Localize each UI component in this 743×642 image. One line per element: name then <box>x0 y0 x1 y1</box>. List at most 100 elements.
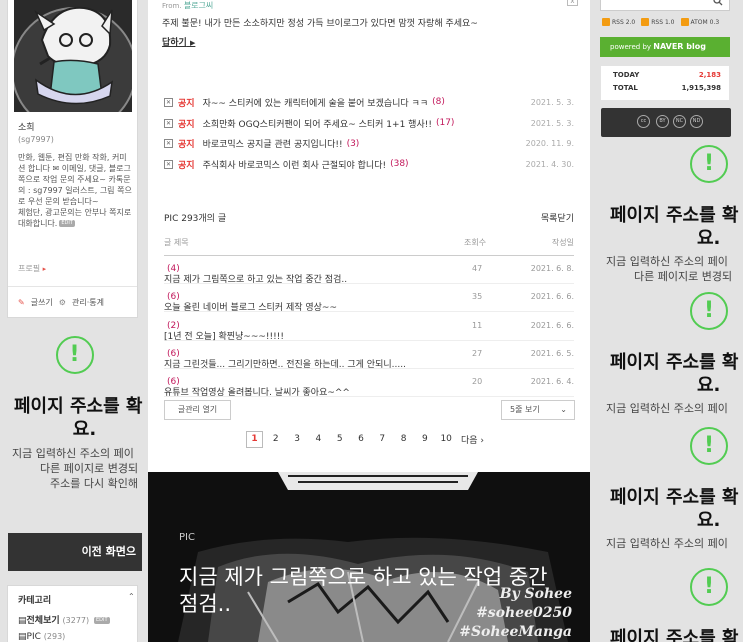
pencil-icon: ✎ <box>18 298 25 307</box>
post-title-cell[interactable]: 유튜브 작업영상 올려봅니다. 날씨가 좋아요~^^ (6) <box>164 377 350 398</box>
page-1[interactable]: 1 <box>246 431 263 448</box>
warning-desc-2: 다른 페이지로 변경되 <box>634 270 733 283</box>
notice-tag: 공지 <box>178 140 195 151</box>
profile-avatar[interactable] <box>14 0 132 112</box>
post-date: 2021. 6. 5. <box>530 348 574 358</box>
category-item-pic[interactable]: ▤PIC (293) <box>18 632 65 642</box>
post-title-cell[interactable]: 지금 그린것들... 그리기만하면.. 전진을 하는데.. 그게 안되니....… <box>164 349 406 370</box>
comment-count: (38) <box>390 159 409 170</box>
visitor-stats: TODAY 2,183 TOTAL 1,915,398 <box>601 66 729 100</box>
rss-link[interactable]: RSS 2.0 <box>602 18 635 26</box>
naver-blog-badge[interactable]: powered by NAVER blog <box>600 37 730 57</box>
notice-row[interactable]: ✕ 공지 자~~ 스티커에 있는 캐릭터에게 술을 붙어 보겠습니다 ㅋㅋ (8) 20… <box>164 92 574 113</box>
page-4[interactable]: 4 <box>310 431 327 448</box>
rss-link[interactable]: RSS 1.0 <box>641 18 675 26</box>
category-item-all[interactable]: ▤전체보기 (3277) EDIT <box>18 613 110 626</box>
table-row[interactable]: [1년 전 오늘] 확찐냥~~~!!!!! (2) 11 2021. 6. 6. <box>164 313 574 342</box>
pagination: 1 2 3 4 5 6 7 8 9 10 다음 › <box>246 431 484 448</box>
post-title-cell[interactable]: [1년 전 오늘] 확찐냥~~~!!!!! (2) <box>164 321 284 342</box>
reply-label: 답하기 <box>162 38 187 48</box>
gear-icon: ⚙ <box>58 298 66 307</box>
manage-stats-button[interactable]: ⚙ 관리·통계 <box>59 298 104 307</box>
chevron-right-icon: › <box>480 436 485 446</box>
notice-title[interactable]: 주식회사 바로코믹스 이런 회사 근절되야 합니다! <box>203 158 387 171</box>
edit-badge[interactable]: EDIT <box>59 220 75 227</box>
from-label: From. <box>162 2 182 10</box>
post-views: 35 <box>472 292 483 302</box>
warning-title-line2: 요. <box>697 375 721 396</box>
write-button[interactable]: ✎ 글쓰기 <box>18 298 53 307</box>
from-name[interactable]: 블로그씨 <box>184 1 213 10</box>
page-3[interactable]: 3 <box>289 431 306 448</box>
cc-license[interactable]: cc BY NC ND <box>601 108 731 137</box>
atom-link[interactable]: ATOM 0.3 <box>680 18 719 26</box>
column-date: 작성일 <box>551 238 574 247</box>
chevron-up-icon[interactable]: ⌃ <box>128 592 135 601</box>
table-row[interactable]: 오늘 올린 네이버 블로그 스티커 제작 영상~~ (6) 35 2021. 6. 6… <box>164 284 574 313</box>
warning-title-line2: 요. <box>697 228 721 249</box>
post-list-title: PIC 293개의 글 <box>164 214 227 224</box>
main-content: From. 블로그씨 x 주제 불문! 내가 만든 소소하지만 정성 가득 브이… <box>148 0 590 642</box>
category-box: 카테고리 ⌃ ▤전체보기 (3277) EDIT ▤PIC (293) <box>7 585 138 642</box>
close-list-button[interactable]: 목록닫기 <box>541 211 574 224</box>
post-views: 20 <box>472 377 483 387</box>
notice-row[interactable]: ✕ 공지 주식회사 바로코믹스 이런 회사 근절되야 합니다! (38) 2021. 4… <box>164 154 574 175</box>
edit-badge[interactable]: EDIT <box>94 617 110 624</box>
notice-title[interactable]: 소희만화 OGQ스티커팬이 되어 주세요~ 스티커 1+1 행사!! <box>203 117 432 130</box>
post-title: 지금 제가 그림쪽으로 하고 있는 작업 중간 점검.. <box>164 275 348 285</box>
warning-title: 페이지 주소를 확 <box>610 205 739 226</box>
table-row[interactable]: 지금 그린것들... 그리기만하면.. 전진을 하는데.. 그게 안되니....… <box>164 341 574 370</box>
prev-screen-button[interactable]: 이전 화면으 <box>8 533 142 571</box>
notice-title[interactable]: 바로코믹스 공지글 관련 공지입니다!! <box>203 137 343 150</box>
rss-label: RSS 2.0 <box>612 18 636 26</box>
page-7[interactable]: 7 <box>374 431 391 448</box>
category-item-label: PIC <box>26 632 41 642</box>
table-row[interactable]: 유튜브 작업영상 올려봅니다. 날씨가 좋아요~^^ (6) 20 2021. 6. … <box>164 369 574 398</box>
warning-icon: ! <box>690 292 728 330</box>
page-2[interactable]: 2 <box>267 431 284 448</box>
stats-total: TOTAL 1,915,398 <box>601 84 729 96</box>
search-input[interactable] <box>600 0 730 11</box>
rss-links: RSS 2.0 RSS 1.0 ATOM 0.3 <box>602 18 719 26</box>
total-label: TOTAL <box>613 84 638 92</box>
notice-title[interactable]: 자~~ 스티커에 있는 캐릭터에게 술을 붙어 보겠습니다 ㅋㅋ <box>203 96 429 109</box>
page-5[interactable]: 5 <box>331 431 348 448</box>
warning-desc-1: 지금 입력하신 주소의 페이 <box>606 402 728 415</box>
per-page-select[interactable]: 5줄 보기 ⌄ <box>501 400 575 420</box>
warning-icon: ! <box>690 427 728 465</box>
warning-desc-1: 지금 입력하신 주소의 페이 <box>606 255 728 268</box>
post-manage-button[interactable]: 글관리 열기 <box>164 400 231 420</box>
post-hero[interactable]: PIC 지금 제가 그림쪽으로 하고 있는 작업 중간 점검.. By Sohe… <box>148 472 590 642</box>
warning-icon: ! <box>690 568 728 606</box>
column-title: 글 제목 <box>164 238 189 247</box>
arrow-right-icon: ▸ <box>42 265 47 273</box>
notice-row[interactable]: ✕ 공지 소희만화 OGQ스티커팬이 되어 주세요~ 스티커 1+1 행사!! (17… <box>164 113 574 134</box>
post-date: 2021. 6. 8. <box>530 264 574 273</box>
close-icon[interactable]: x <box>567 0 578 6</box>
warning-title: 페이지 주소를 확 <box>610 628 739 642</box>
manage-stats-label: 관리·통계 <box>71 298 104 307</box>
notice-date: 2021. 5. 3. <box>530 97 574 107</box>
notice-tag: 공지 <box>178 160 195 171</box>
notice-row[interactable]: ✕ 공지 바로코믹스 공지글 관련 공지입니다!! (3) 2020. 11. 9. <box>164 133 574 154</box>
post-date: 2021. 6. 6. <box>530 292 574 302</box>
reply-link[interactable]: 답하기 ▶ <box>162 35 195 48</box>
post-list-columns: 글 제목 조회수 작성일 <box>164 237 574 256</box>
post-title-cell[interactable]: 오늘 올린 네이버 블로그 스티커 제작 영상~~ (6) <box>164 292 337 313</box>
notice-date: 2021. 5. 3. <box>530 118 574 128</box>
table-row[interactable]: 지금 제가 그림쪽으로 하고 있는 작업 중간 점검.. (4) 47 2021. 6… <box>164 256 574 285</box>
profile-link[interactable]: 프로필 ▸ <box>18 263 46 274</box>
search-icon[interactable] <box>713 0 723 6</box>
page-6[interactable]: 6 <box>352 431 369 448</box>
hero-watermark-2: #sohee0250 <box>476 605 572 621</box>
cc-icon: cc <box>637 115 650 128</box>
page-8[interactable]: 8 <box>395 431 412 448</box>
column-views: 조회수 <box>464 238 487 247</box>
category-item-count: (3277) <box>62 616 90 625</box>
next-page-button[interactable]: 다음 › <box>461 433 484 446</box>
warning-desc-3: 주소를 다시 확인해 <box>50 477 138 490</box>
comment-count: (8) <box>432 97 445 108</box>
post-title-cell[interactable]: 지금 제가 그림쪽으로 하고 있는 작업 중간 점검.. (4) <box>164 264 347 285</box>
page-9[interactable]: 9 <box>416 431 433 448</box>
page-10[interactable]: 10 <box>438 431 455 448</box>
